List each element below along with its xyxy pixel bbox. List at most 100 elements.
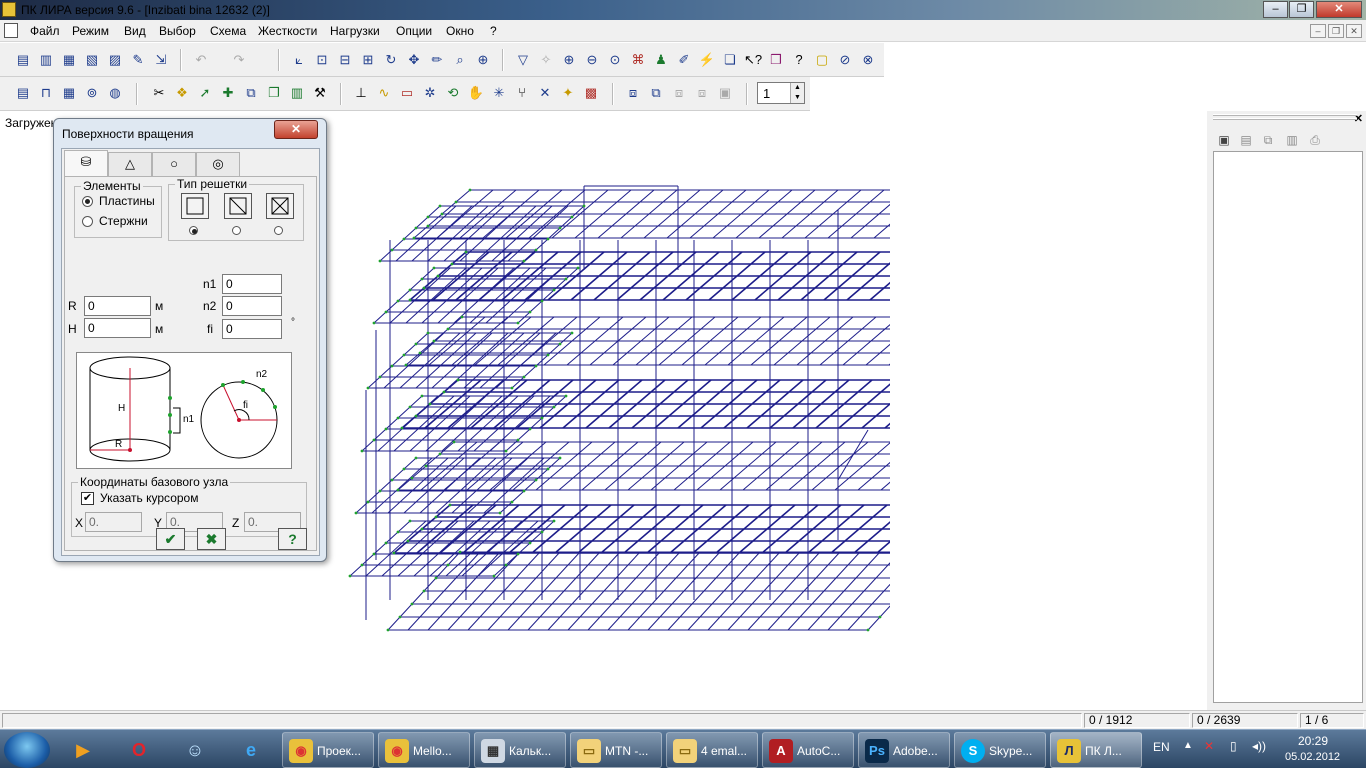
save-icon[interactable]: ▤	[1238, 133, 1254, 147]
structural-model-view[interactable]	[330, 180, 890, 640]
zoom-out-icon[interactable]: ⊖	[583, 51, 601, 69]
task-autocad[interactable]: A AutoC...	[762, 732, 854, 768]
block-icon[interactable]: ▩	[582, 84, 600, 102]
menu-scheme[interactable]: Схема	[210, 24, 246, 38]
menu-stiffness[interactable]: Жесткости	[258, 24, 317, 38]
open-file-icon[interactable]: ▥	[37, 51, 55, 69]
filter-icon[interactable]: ▽	[514, 51, 532, 69]
document-icon[interactable]	[4, 23, 18, 38]
battery-icon[interactable]: ▯	[1230, 739, 1237, 753]
disabled-tool-icon[interactable]: ▣	[716, 84, 734, 102]
load-rect-icon[interactable]: ▭	[398, 84, 416, 102]
lira-app-icon[interactable]	[2, 2, 16, 17]
layers-icon[interactable]: ❏	[721, 51, 739, 69]
support-icon[interactable]: ⊥	[352, 84, 370, 102]
add-node-icon[interactable]: ✚	[219, 84, 237, 102]
menu-window[interactable]: Окно	[446, 24, 474, 38]
pencil-icon[interactable]: ✏	[428, 51, 446, 69]
new-file-icon[interactable]: ▤	[14, 51, 32, 69]
radio-rods[interactable]	[82, 216, 93, 227]
tab-cylinder[interactable]: ⛁	[64, 150, 108, 176]
spin-down-icon[interactable]: ▼	[790, 93, 804, 103]
hinge-icon[interactable]: ✲	[421, 84, 439, 102]
grid-icon[interactable]: ▦	[60, 84, 78, 102]
internet-explorer-icon[interactable]: e	[226, 733, 276, 767]
disabled-tool-icon[interactable]: ⧈	[670, 84, 688, 102]
n1-input[interactable]: 0	[222, 274, 282, 294]
print-icon[interactable]: ▧	[83, 51, 101, 69]
tab-torus[interactable]: ◎	[196, 152, 240, 176]
tray-expand-icon[interactable]: ▲	[1183, 740, 1193, 751]
frame-gen-icon[interactable]: ⊓	[37, 84, 55, 102]
task-folder-1[interactable]: ▭ MTN -...	[570, 732, 662, 768]
radio-plates[interactable]	[82, 196, 93, 207]
flash-icon[interactable]: ⚡	[698, 51, 716, 69]
zoom-in-icon[interactable]: ⊕	[474, 51, 492, 69]
undo-icon[interactable]: ↶	[192, 51, 210, 69]
n2-input[interactable]: 0	[222, 296, 282, 316]
task-skype[interactable]: S Skype...	[954, 732, 1046, 768]
document-edit-icon[interactable]: ✎	[129, 51, 147, 69]
filter-disabled-icon[interactable]: ✧	[537, 51, 555, 69]
pack-icon[interactable]: ❖	[173, 84, 191, 102]
grid-cross-button[interactable]	[266, 193, 294, 219]
print-icon[interactable]: ⎙	[1307, 133, 1323, 147]
zoom-all-icon[interactable]: ⊗	[859, 51, 877, 69]
spin-up-icon[interactable]: ▲	[790, 83, 804, 93]
disabled-tool-icon[interactable]: ⧈	[693, 84, 711, 102]
axes-icon[interactable]: ⟀	[290, 51, 308, 69]
x-coord-input[interactable]: 0.	[85, 512, 142, 532]
apply-button[interactable]: ✔	[156, 528, 185, 550]
zoom-icon[interactable]: ⌕	[451, 51, 469, 69]
opera-icon[interactable]: O	[114, 733, 164, 767]
height-input[interactable]: 0	[84, 318, 151, 338]
load-case-stepper[interactable]: 1 ▲ ▼	[757, 82, 805, 104]
dialog-help-button[interactable]: ?	[278, 528, 307, 550]
cancel-button[interactable]: ✖	[197, 528, 226, 550]
save-file-icon[interactable]: ▦	[60, 51, 78, 69]
menu-select[interactable]: Выбор	[159, 24, 196, 38]
pages-icon[interactable]: ⧉	[647, 84, 665, 102]
marker-icon[interactable]: ✐	[675, 51, 693, 69]
tab-sphere[interactable]: ○	[152, 152, 196, 176]
export-icon[interactable]: ⇲	[152, 51, 170, 69]
person-icon[interactable]: ♟	[652, 51, 670, 69]
clock-date[interactable]: 05.02.2012	[1285, 751, 1340, 763]
copy-icon[interactable]: ⧉	[242, 84, 260, 102]
projection-xz-icon[interactable]: ⊡	[313, 51, 331, 69]
load-wave-icon[interactable]: ∿	[375, 84, 393, 102]
grid-square-button[interactable]	[181, 193, 209, 219]
surface-icon[interactable]: ◍	[106, 84, 124, 102]
zoom-window-icon[interactable]: ⊙	[606, 51, 624, 69]
tab-cone[interactable]: △	[108, 152, 152, 176]
mdi-minimize-button[interactable]: –	[1310, 24, 1326, 38]
rotate-elements-icon[interactable]: ⟲	[444, 84, 462, 102]
camera-icon[interactable]: ▣	[1216, 133, 1232, 147]
task-lira-active[interactable]: Л ПК Л...	[1050, 732, 1142, 768]
disk-icon[interactable]: ▥	[1284, 133, 1300, 147]
menu-help[interactable]: ?	[490, 24, 497, 38]
radio-grid-diagonal[interactable]	[232, 226, 241, 235]
radio-grid-cross[interactable]	[274, 226, 283, 235]
zoom-prev-icon[interactable]: ⊘	[836, 51, 854, 69]
menu-file[interactable]: Файл	[30, 24, 60, 38]
mdi-close-button[interactable]: ✕	[1346, 24, 1362, 38]
scissors-icon[interactable]: ✂	[150, 84, 168, 102]
redo-icon[interactable]: ↷	[230, 51, 248, 69]
paste-icon[interactable]: ❐	[265, 84, 283, 102]
hand-icon[interactable]: ✋	[467, 84, 485, 102]
projection-yz-icon[interactable]: ⊟	[336, 51, 354, 69]
move-icon[interactable]: ➚	[196, 84, 214, 102]
cubes-icon[interactable]: ⧈	[624, 84, 642, 102]
cross-icon[interactable]: ✕	[536, 84, 554, 102]
panel-grip[interactable]	[1213, 118, 1357, 120]
panel-grip[interactable]	[1213, 114, 1357, 116]
task-photoshop[interactable]: Ps Adobe...	[858, 732, 950, 768]
help-icon[interactable]: ?	[790, 51, 808, 69]
nodes-icon[interactable]: ⌘	[629, 51, 647, 69]
copy-icon[interactable]: ⧉	[1260, 133, 1276, 147]
fi-input[interactable]: 0	[222, 319, 282, 339]
media-player-icon[interactable]: ▶	[58, 733, 108, 767]
wrench-icon[interactable]: ⚒	[311, 84, 329, 102]
cylinder-gen-icon[interactable]: ⊚	[83, 84, 101, 102]
